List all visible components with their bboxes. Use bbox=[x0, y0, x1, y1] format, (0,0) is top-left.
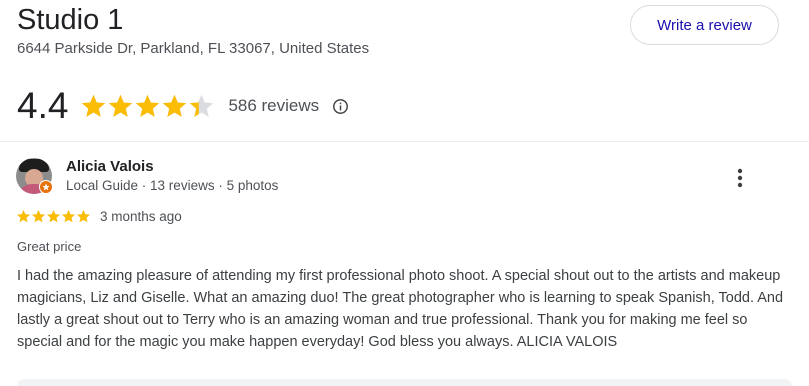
star-icon bbox=[163, 94, 187, 117]
reviewer-avatar[interactable] bbox=[16, 158, 53, 194]
star-icon bbox=[32, 209, 45, 222]
reviewer-name[interactable]: Alicia Valois bbox=[66, 158, 154, 176]
review-tag: Great price bbox=[17, 239, 82, 254]
place-address: 6644 Parkside Dr, Parkland, FL 33067, Un… bbox=[17, 40, 370, 57]
average-rating-stars bbox=[80, 91, 215, 121]
place-title: Studio 1 bbox=[17, 4, 124, 36]
local-guide-badge-icon bbox=[39, 180, 53, 194]
section-divider bbox=[0, 141, 809, 142]
star-icon bbox=[62, 209, 75, 222]
review-rating-row: 3 months ago bbox=[16, 207, 182, 225]
review-count-link[interactable]: 586 reviews bbox=[228, 96, 319, 116]
star-icon bbox=[77, 209, 90, 222]
review-stars bbox=[16, 209, 91, 224]
star-icon bbox=[190, 94, 214, 117]
next-section-edge bbox=[17, 379, 792, 386]
reviewer-meta: Local Guide · 13 reviews · 5 photos bbox=[66, 178, 279, 193]
average-rating: 4.4 bbox=[17, 85, 69, 126]
star-icon bbox=[109, 94, 133, 117]
star-icon bbox=[136, 94, 160, 117]
star-icon bbox=[82, 94, 106, 117]
more-options-button[interactable] bbox=[728, 165, 752, 191]
rating-summary: 4.4 586 reviews bbox=[17, 84, 349, 128]
review-time: 3 months ago bbox=[100, 208, 182, 224]
review-text: I had the amazing pleasure of attending … bbox=[17, 268, 784, 350]
more-vert-icon bbox=[737, 168, 743, 188]
star-icon bbox=[17, 209, 30, 222]
write-review-button[interactable]: Write a review bbox=[630, 5, 779, 45]
info-icon[interactable] bbox=[332, 98, 349, 115]
star-icon bbox=[47, 209, 60, 222]
